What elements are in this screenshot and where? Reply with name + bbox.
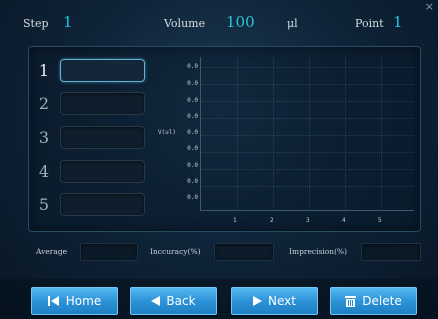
row-input-4[interactable] (60, 160, 145, 183)
y-tick-label: 0.0 (187, 113, 198, 120)
y-tick-label: 0.0 (187, 145, 198, 152)
average-value (80, 243, 138, 261)
y-tick-label: 0.0 (187, 178, 198, 185)
inaccuracy-label: Inccuracy(%) (150, 247, 201, 256)
y-axis-label: V(ul) (157, 129, 176, 136)
x-tick-label: 4 (342, 217, 346, 224)
home-button-label: Home (65, 294, 102, 308)
row-input-2[interactable] (60, 92, 145, 115)
row-label-3: 3 (38, 128, 50, 147)
back-button-label: Back (166, 294, 196, 308)
y-tick-label: 0.0 (187, 63, 198, 70)
volume-value: 100 (226, 13, 255, 31)
inaccuracy-value (214, 243, 274, 261)
point-value: 1 (393, 13, 403, 31)
average-label: Average (36, 247, 68, 256)
imprecision-value (361, 243, 421, 261)
row-label-4: 4 (38, 162, 50, 181)
y-tick-label: 0.0 (187, 194, 198, 201)
volume-label: Volume (164, 17, 206, 30)
trash-icon (345, 295, 357, 307)
skip-back-icon (47, 296, 60, 306)
chart-grid (200, 57, 414, 211)
row-input-5[interactable] (60, 193, 145, 216)
back-button[interactable]: Back (130, 287, 217, 315)
x-tick-label: 1 (233, 217, 237, 224)
imprecision-label: Imprecision(%) (289, 247, 348, 256)
delete-button-label: Delete (362, 294, 402, 308)
row-label-2: 2 (38, 94, 50, 113)
next-button[interactable]: Next (231, 287, 318, 315)
home-button[interactable]: Home (31, 287, 118, 315)
row-label-1: 1 (38, 61, 50, 80)
y-tick-label: 0.0 (187, 129, 198, 136)
step-label: Step (23, 17, 49, 30)
volume-unit: μl (287, 17, 298, 30)
y-tick-label: 0.0 (187, 162, 198, 169)
delete-button[interactable]: Delete (330, 287, 417, 315)
triangle-right-icon (253, 296, 263, 306)
close-icon[interactable]: × (425, 0, 434, 13)
next-button-label: Next (268, 294, 296, 308)
step-value: 1 (63, 13, 73, 31)
x-tick-label: 5 (378, 217, 382, 224)
y-tick-label: 0.0 (187, 97, 198, 104)
point-label: Point (355, 17, 384, 30)
row-input-3[interactable] (60, 126, 145, 149)
triangle-left-icon (151, 296, 161, 306)
row-input-1[interactable] (60, 59, 145, 82)
row-label-5: 5 (38, 195, 50, 214)
x-tick-label: 3 (306, 217, 310, 224)
x-tick-label: 2 (270, 217, 274, 224)
y-tick-label: 0.0 (187, 80, 198, 87)
